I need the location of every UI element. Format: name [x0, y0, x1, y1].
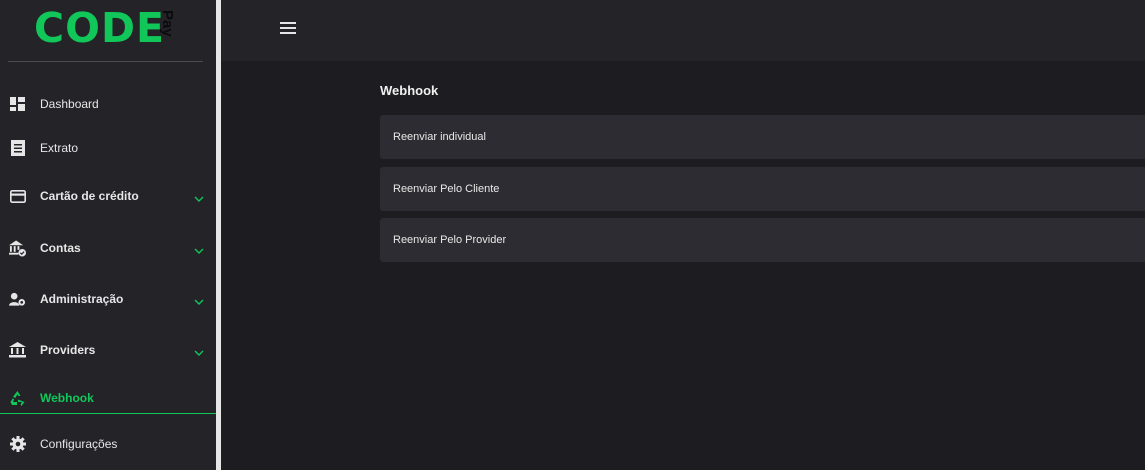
- sidebar-item-label: Webhook: [40, 391, 94, 405]
- sidebar-item-label: Extrato: [40, 141, 79, 155]
- bank-icon: [9, 342, 26, 359]
- active-indicator: [0, 413, 216, 414]
- sidebar-item-label: Contas: [40, 241, 81, 255]
- chevron-down-icon: [194, 248, 204, 254]
- sidebar-item-providers[interactable]: Providers: [0, 332, 216, 368]
- receipt-icon: [9, 140, 26, 157]
- topbar: [221, 0, 1145, 61]
- sidebar-item-configuracoes[interactable]: Configurações: [0, 426, 216, 462]
- bank-check-icon: [9, 239, 26, 257]
- sidebar-item-label: Administração: [40, 292, 124, 306]
- dashboard-icon: [9, 96, 26, 113]
- card-reenviar-pelo-provider[interactable]: Reenviar Pelo Provider: [380, 218, 1145, 262]
- sidebar-item-administracao[interactable]: Administração: [0, 281, 216, 317]
- chevron-down-icon: [194, 196, 204, 202]
- logo-separator: [8, 61, 203, 62]
- sidebar-item-contas[interactable]: Contas: [0, 230, 216, 266]
- sidebar-item-extrato[interactable]: Extrato: [0, 130, 216, 166]
- chevron-down-icon: [194, 350, 204, 356]
- sidebar-item-label: Configurações: [40, 437, 118, 451]
- card-label: Reenviar individual: [393, 131, 486, 143]
- page-title: Webhook: [380, 83, 439, 98]
- card-label: Reenviar Pelo Cliente: [393, 183, 500, 195]
- sidebar-item-webhook[interactable]: Webhook: [0, 380, 216, 416]
- sidebar-divider: [216, 0, 221, 470]
- gear-icon: [9, 436, 26, 453]
- sidebar-item-dashboard[interactable]: Dashboard: [0, 86, 216, 122]
- credit-card-icon: [9, 188, 26, 205]
- card-reenviar-pelo-cliente[interactable]: Reenviar Pelo Cliente: [380, 167, 1145, 211]
- logo-pay-text: Pay: [159, 10, 176, 37]
- sidebar-item-cartao-de-credito[interactable]: Cartão de crédito: [0, 178, 216, 214]
- sidebar-item-label: Dashboard: [40, 97, 99, 111]
- user-gear-icon: [9, 291, 26, 308]
- card-reenviar-individual[interactable]: Reenviar individual: [380, 115, 1145, 159]
- sidebar: CODE Pay Dashboard Extrato Cartão de cré…: [0, 0, 216, 470]
- chevron-down-icon: [194, 299, 204, 305]
- sidebar-item-label: Cartão de crédito: [40, 189, 139, 203]
- hamburger-icon[interactable]: [280, 22, 296, 36]
- sidebar-item-label: Providers: [40, 343, 96, 357]
- app: CODE Pay Dashboard Extrato Cartão de cré…: [0, 0, 1145, 470]
- logo: CODE: [34, 6, 165, 50]
- logo-text: CODE: [34, 4, 165, 52]
- recycle-icon: [9, 390, 26, 407]
- card-label: Reenviar Pelo Provider: [393, 234, 507, 246]
